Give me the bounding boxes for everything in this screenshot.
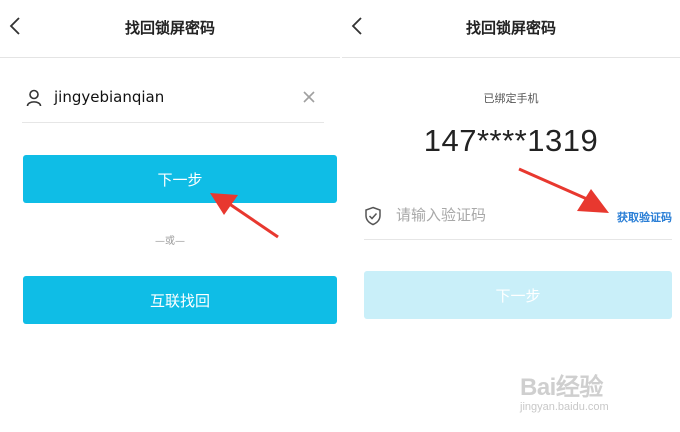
next-step-button[interactable]: 下一步	[23, 155, 337, 203]
verification-code-field[interactable]: 获取验证码	[364, 195, 672, 240]
next-step-label: 下一步	[157, 170, 203, 189]
page-title: 找回锁屏密码	[124, 19, 215, 37]
top-bar: 找回锁屏密码	[0, 0, 340, 58]
get-code-button[interactable]: 获取验证码	[617, 209, 672, 225]
username-value[interactable]: jingyebianqian	[54, 88, 164, 106]
interconnect-recover-button[interactable]: 互联找回	[23, 276, 337, 324]
left-screen: 找回锁屏密码 jingyebianqian 下一步 —或— 互联找回	[0, 0, 340, 432]
watermark-logo: Bai经验	[520, 374, 603, 401]
right-screen: 找回锁屏密码 已绑定手机 147****1319 获取验证码 下一步	[342, 0, 680, 432]
top-bar: 找回锁屏密码	[342, 0, 680, 58]
username-field[interactable]: jingyebianqian	[22, 76, 324, 123]
bound-phone-label: 已绑定手机	[483, 92, 539, 105]
phone-number: 147****1319	[423, 123, 599, 158]
or-divider: —或—	[155, 236, 185, 247]
clear-icon[interactable]	[300, 88, 318, 106]
shield-check-icon	[365, 206, 381, 226]
watermark-site: jingyan.baidu.com	[520, 401, 609, 413]
verification-code-input[interactable]	[394, 205, 578, 225]
next-step-label: 下一步	[495, 286, 541, 305]
page-title: 找回锁屏密码	[465, 19, 556, 37]
user-icon	[26, 89, 42, 107]
next-step-button-disabled[interactable]: 下一步	[364, 271, 672, 319]
interconnect-recover-label: 互联找回	[149, 291, 210, 310]
